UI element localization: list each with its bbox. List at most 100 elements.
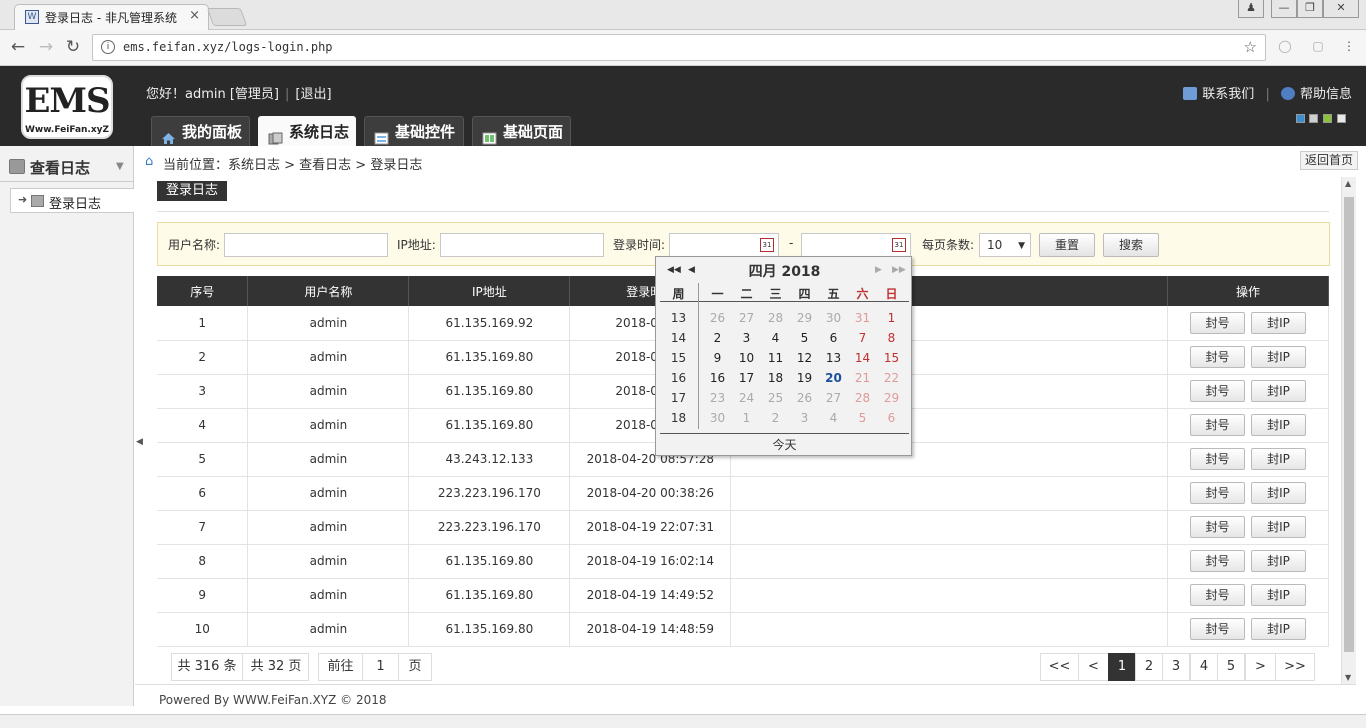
ban-ip-button[interactable]: 封IP xyxy=(1251,482,1306,504)
ban-user-button[interactable]: 封号 xyxy=(1190,584,1245,606)
calendar-day[interactable]: 17 xyxy=(732,371,761,385)
page-size-select[interactable]: 10 ▼ xyxy=(979,233,1031,257)
extension-icon[interactable]: ▢ xyxy=(1309,39,1327,57)
calendar-day[interactable]: 29 xyxy=(877,391,906,405)
ban-ip-button[interactable]: 封IP xyxy=(1251,516,1306,538)
today-button[interactable]: 今天 xyxy=(656,436,913,453)
calendar-day[interactable]: 6 xyxy=(877,411,906,425)
contact-link[interactable]: 联系我们 xyxy=(1202,87,1254,102)
scroll-thumb[interactable] xyxy=(1344,197,1354,652)
close-window-button[interactable]: ✕ xyxy=(1323,0,1359,18)
next-year-icon[interactable]: ▶▶ xyxy=(892,265,906,275)
calendar-day[interactable]: 24 xyxy=(732,391,761,405)
help-link[interactable]: 帮助信息 xyxy=(1300,87,1352,102)
ban-ip-button[interactable]: 封IP xyxy=(1251,414,1306,436)
ban-user-button[interactable]: 封号 xyxy=(1190,448,1245,470)
ban-user-button[interactable]: 封号 xyxy=(1190,482,1245,504)
calendar-day[interactable]: 26 xyxy=(790,391,819,405)
extension-icon[interactable]: ◯ xyxy=(1276,39,1294,57)
reload-icon[interactable]: ↻ xyxy=(63,37,83,57)
calendar-day[interactable]: 19 xyxy=(790,371,819,385)
minimize-button[interactable]: — xyxy=(1271,0,1297,18)
end-date-input[interactable]: 31 xyxy=(801,233,911,257)
calendar-day[interactable]: 9 xyxy=(703,351,732,365)
theme-swatch-gray[interactable] xyxy=(1309,114,1318,123)
search-button[interactable]: 搜索 xyxy=(1103,233,1159,257)
next-page-button[interactable]: > xyxy=(1245,653,1276,681)
calendar-day[interactable]: 8 xyxy=(877,331,906,345)
theme-swatch-green[interactable] xyxy=(1323,114,1332,123)
bookmark-star-icon[interactable]: ☆ xyxy=(1244,38,1257,56)
scroll-up-icon[interactable]: ▲ xyxy=(1345,179,1351,188)
tab-system-log[interactable]: 系统日志 xyxy=(258,116,356,146)
back-icon[interactable]: ← xyxy=(8,37,28,57)
page-button-3[interactable]: 3 xyxy=(1162,653,1190,681)
ban-user-button[interactable]: 封号 xyxy=(1190,550,1245,572)
ban-ip-button[interactable]: 封IP xyxy=(1251,584,1306,606)
ban-ip-button[interactable]: 封IP xyxy=(1251,448,1306,470)
vertical-scrollbar[interactable]: ▲ ▼ xyxy=(1341,177,1356,684)
calendar-day[interactable]: 29 xyxy=(790,311,819,325)
maximize-button[interactable]: ❐ xyxy=(1297,0,1323,18)
calendar-day[interactable]: 30 xyxy=(703,411,732,425)
ban-ip-button[interactable]: 封IP xyxy=(1251,346,1306,368)
calendar-day[interactable]: 31 xyxy=(848,311,877,325)
new-tab-button[interactable] xyxy=(206,8,248,26)
page-button-2[interactable]: 2 xyxy=(1135,653,1163,681)
calendar-day[interactable]: 28 xyxy=(848,391,877,405)
calendar-icon[interactable]: 31 xyxy=(892,238,906,252)
logo[interactable]: EMS Www.FeiFan.xyZ xyxy=(21,75,113,139)
calendar-day[interactable]: 10 xyxy=(732,351,761,365)
theme-swatch-blue[interactable] xyxy=(1296,114,1305,123)
page-jump-input[interactable]: 1 xyxy=(363,654,399,680)
calendar-day[interactable]: 11 xyxy=(761,351,790,365)
calendar-day[interactable]: 4 xyxy=(819,411,848,425)
page-button-5[interactable]: 5 xyxy=(1217,653,1245,681)
calendar-day[interactable]: 14 xyxy=(848,351,877,365)
calendar-day[interactable]: 2 xyxy=(761,411,790,425)
page-button-4[interactable]: 4 xyxy=(1190,653,1218,681)
calendar-day[interactable]: 27 xyxy=(732,311,761,325)
calendar-day[interactable]: 3 xyxy=(732,331,761,345)
calendar-day[interactable]: 16 xyxy=(703,371,732,385)
ban-user-button[interactable]: 封号 xyxy=(1190,380,1245,402)
ban-user-button[interactable]: 封号 xyxy=(1190,618,1245,640)
last-page-button[interactable]: >> xyxy=(1275,653,1315,681)
calendar-day[interactable]: 6 xyxy=(819,331,848,345)
calendar-day[interactable]: 3 xyxy=(790,411,819,425)
address-bar[interactable]: i ems.feifan.xyz/logs-login.php ☆ xyxy=(92,34,1266,61)
scroll-down-icon[interactable]: ▼ xyxy=(1345,673,1351,682)
calendar-day[interactable]: 27 xyxy=(819,391,848,405)
calendar-day[interactable]: 23 xyxy=(703,391,732,405)
tab-basic-pages[interactable]: 基础页面 xyxy=(472,116,571,146)
ban-user-button[interactable]: 封号 xyxy=(1190,414,1245,436)
logout-link[interactable]: [退出] xyxy=(295,87,331,102)
calendar-day[interactable]: 1 xyxy=(877,311,906,325)
tab-basic-controls[interactable]: 基础控件 xyxy=(364,116,464,146)
ban-ip-button[interactable]: 封IP xyxy=(1251,550,1306,572)
ban-user-button[interactable]: 封号 xyxy=(1190,346,1245,368)
back-home-button[interactable]: 返回首页 xyxy=(1299,151,1358,170)
sidebar-item-login-log[interactable]: ➜ 登录日志 xyxy=(10,188,134,213)
username-input[interactable] xyxy=(224,233,388,257)
site-info-icon[interactable]: i xyxy=(101,40,115,54)
start-date-input[interactable]: 31 xyxy=(669,233,779,257)
calendar-day[interactable]: 15 xyxy=(877,351,906,365)
calendar-day[interactable]: 26 xyxy=(703,311,732,325)
ban-ip-button[interactable]: 封IP xyxy=(1251,380,1306,402)
calendar-day[interactable]: 7 xyxy=(848,331,877,345)
next-month-icon[interactable]: ▶ xyxy=(875,265,882,275)
close-tab-icon[interactable]: × xyxy=(189,8,200,23)
calendar-day-selected[interactable]: 20 xyxy=(819,371,848,385)
calendar-day[interactable]: 12 xyxy=(790,351,819,365)
calendar-day[interactable]: 21 xyxy=(848,371,877,385)
calendar-day[interactable]: 5 xyxy=(790,331,819,345)
menu-icon[interactable]: ⋮ xyxy=(1340,39,1358,57)
calendar-day[interactable]: 18 xyxy=(761,371,790,385)
browser-tab[interactable]: W 登录日志 - 非凡管理系统 × xyxy=(14,4,209,30)
profile-icon[interactable]: ♟ xyxy=(1238,0,1264,18)
calendar-day[interactable]: 25 xyxy=(761,391,790,405)
ban-user-button[interactable]: 封号 xyxy=(1190,516,1245,538)
theme-swatch-white[interactable] xyxy=(1337,114,1346,123)
calendar-day[interactable]: 13 xyxy=(819,351,848,365)
